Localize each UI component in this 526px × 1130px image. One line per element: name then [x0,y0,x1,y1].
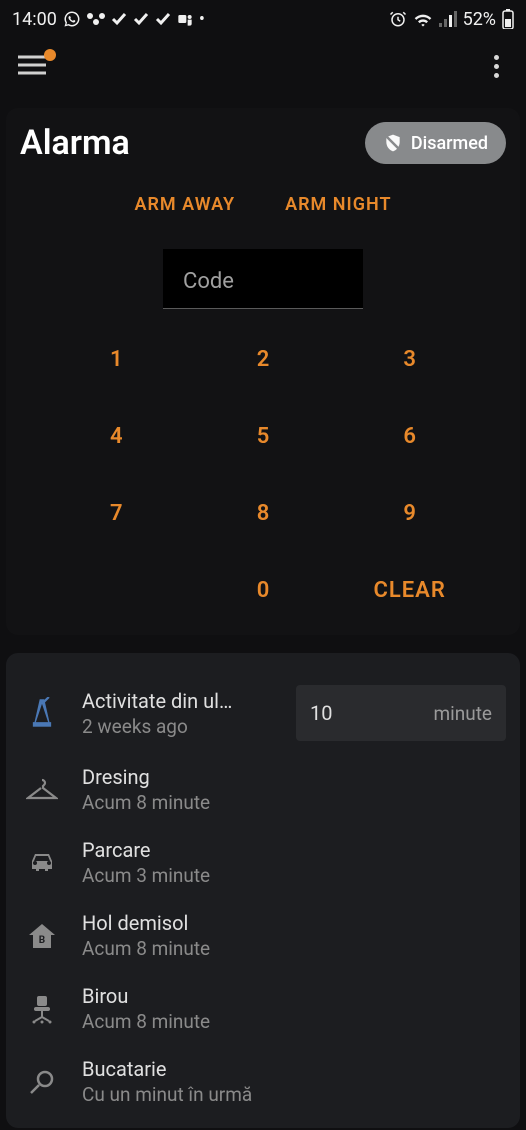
list-item[interactable]: Activitate din ul… 2 weeks ago 10 minute [20,673,506,753]
check-icon [111,12,127,26]
sensor-subtitle: Acum 3 minute [82,864,506,887]
arm-night-button[interactable]: ARM NIGHT [285,194,391,215]
status-badge[interactable]: Disarmed [365,122,506,164]
notification-dot-icon [44,49,56,61]
list-item[interactable]: Bucatarie Cu un minut în urmă [20,1045,506,1118]
more-button[interactable] [484,54,508,78]
hamburger-icon [18,55,46,75]
sensor-subtitle: 2 weeks ago [82,715,278,738]
dot-icon [494,55,499,60]
arm-away-button[interactable]: ARM AWAY [134,194,235,215]
teams-icon [177,11,193,27]
duration-value: 10 [310,701,433,725]
car-icon [26,851,58,875]
sensor-title: Bucatarie [82,1057,506,1081]
list-item[interactable]: Dresing Acum 8 minute [20,753,506,826]
sensor-subtitle: Acum 8 minute [82,1010,506,1033]
sensor-title: Activitate din ul… [82,689,278,713]
sensor-list: Activitate din ul… 2 weeks ago 10 minute… [6,653,520,1128]
status-badge-label: Disarmed [411,133,488,154]
shield-off-icon [383,132,403,154]
sensor-subtitle: Acum 8 minute [82,791,506,814]
hanger-icon [26,778,58,802]
sensor-title: Hol demisol [82,911,506,935]
metronome-icon [28,697,56,729]
list-item[interactable]: Birou Acum 8 minute [20,972,506,1045]
signal-icon [439,11,457,27]
menu-button[interactable] [18,55,48,77]
sensor-title: Dresing [82,765,506,789]
key-7[interactable]: 7 [63,493,170,534]
key-3[interactable]: 3 [356,339,463,380]
key-clear[interactable]: CLEAR [356,570,463,611]
key-6[interactable]: 6 [356,416,463,457]
key-8[interactable]: 8 [210,493,317,534]
wifi-icon [413,11,433,27]
page-title: Alarma [20,123,130,163]
key-9[interactable]: 9 [356,493,463,534]
key-1[interactable]: 1 [63,339,170,380]
svg-text:B: B [39,935,45,946]
clock: 14:00 [12,9,57,30]
app-bar [0,38,526,94]
duration-unit: minute [433,702,492,725]
sensor-subtitle: Acum 8 minute [82,937,506,960]
dot-icon: • [199,9,205,30]
home-icon: B [27,922,57,950]
check-icon [133,12,149,26]
key-4[interactable]: 4 [63,416,170,457]
dot-icon [494,64,499,69]
battery-percent: 52% [463,9,496,30]
dot-icon [494,73,499,78]
list-item[interactable]: B Hol demisol Acum 8 minute [20,899,506,972]
key-0[interactable]: 0 [210,570,317,611]
status-bar: 14:00 • 52% [0,0,526,38]
key-5[interactable]: 5 [210,416,317,457]
office-chair-icon [28,994,56,1024]
whatsapp-icon [63,10,81,28]
duration-input[interactable]: 10 minute [296,685,506,741]
code-placeholder: Code [183,269,234,294]
code-input[interactable]: Code [163,249,363,309]
sensor-subtitle: Cu un minut în urmă [82,1083,506,1106]
keypad: 1 2 3 4 5 6 7 8 9 0 CLEAR [63,339,463,611]
sensor-title: Parcare [82,838,506,862]
list-item[interactable]: Parcare Acum 3 minute [20,826,506,899]
magnify-icon [28,1068,56,1096]
key-2[interactable]: 2 [210,339,317,380]
sensor-title: Birou [82,984,506,1008]
battery-icon [502,9,514,29]
alarm-clock-icon [389,10,407,28]
alarm-card: Alarma Disarmed ARM AWAY ARM NIGHT Code … [6,108,520,635]
three-dots-icon [87,12,105,26]
check-icon [155,12,171,26]
